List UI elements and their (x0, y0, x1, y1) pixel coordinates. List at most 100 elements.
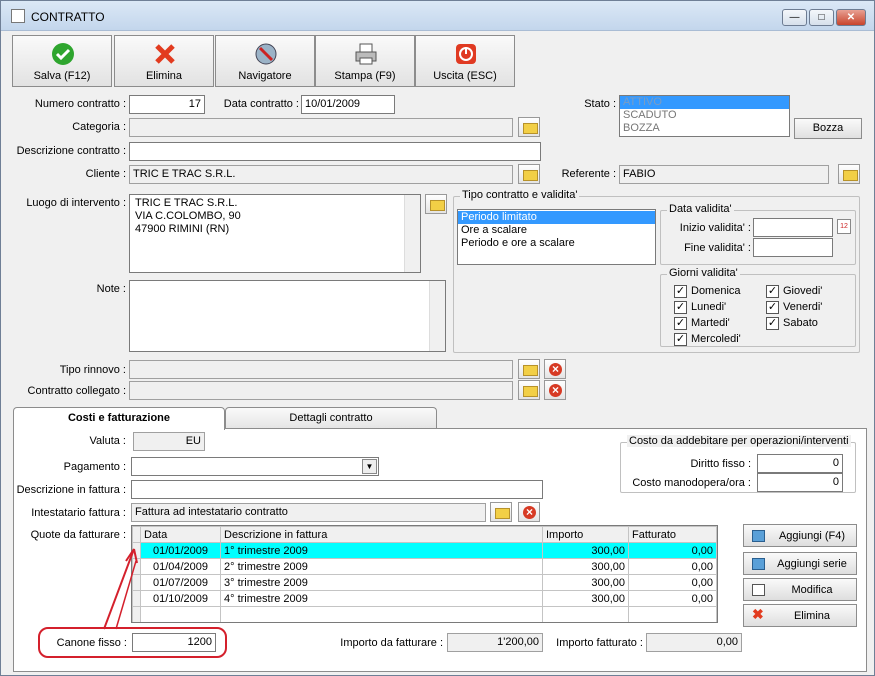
print-button[interactable]: Stampa (F9) (315, 35, 415, 87)
importo-da-fatturare-field: 1'200,00 (447, 633, 543, 652)
calendar-icon[interactable]: 12 (837, 219, 851, 234)
table-cell[interactable]: 0,00 (628, 574, 717, 591)
note-textarea[interactable] (129, 280, 446, 352)
quote-table[interactable]: Data Descrizione in fattura Importo Fatt… (131, 525, 718, 623)
tipo-rinnovo-field[interactable] (129, 360, 513, 379)
tab-dettagli-contratto[interactable]: Dettagli contratto (225, 407, 437, 429)
exit-button[interactable]: Uscita (ESC) (415, 35, 515, 87)
domenica-checkbox[interactable]: ✓ (674, 285, 687, 298)
aggiungi-label: Aggiungi (F4) (778, 530, 846, 542)
data-contratto-field[interactable]: 10/01/2009 (301, 95, 395, 114)
mercoledi-label: Mercoledi' (691, 333, 741, 345)
luogo-textarea[interactable]: TRIC E TRAC S.R.L. VIA C.COLOMBO, 90 479… (129, 194, 421, 273)
mercoledi-checkbox[interactable]: ✓ (674, 333, 687, 346)
table-cell[interactable]: 1° trimestre 2009 (220, 542, 543, 559)
table-row[interactable]: 01/01/2009 1° trimestre 2009 300,00 0,00 (132, 542, 717, 559)
clear-icon[interactable] (518, 502, 540, 522)
edit-icon (752, 584, 765, 596)
manodopera-label: Costo manodopera/ora : (632, 477, 751, 489)
pagamento-select[interactable]: ▼ (131, 457, 379, 476)
venerdi-checkbox[interactable]: ✓ (766, 301, 779, 314)
valuta-field[interactable]: EU (133, 432, 205, 451)
diritto-fisso-field[interactable]: 0 (757, 454, 843, 473)
folder-icon[interactable] (838, 164, 860, 184)
table-cell[interactable]: 300,00 (542, 590, 629, 607)
minimize-button[interactable]: — (782, 9, 807, 26)
cliente-field[interactable]: TRIC E TRAC S.R.L. (129, 165, 513, 184)
scrollbar[interactable] (429, 281, 445, 351)
folder-icon[interactable] (518, 380, 540, 400)
descrizione-fattura-field[interactable] (131, 480, 543, 499)
aggiungi-serie-button[interactable]: Aggiungi serie (743, 552, 857, 575)
annotation-highlight (38, 627, 227, 658)
clear-icon[interactable] (544, 380, 566, 400)
scrollbar[interactable] (404, 195, 420, 272)
inizio-label: Inizio validita' : (679, 222, 751, 234)
giovedi-checkbox[interactable]: ✓ (766, 285, 779, 298)
intestatario-field[interactable]: Fattura ad intestatario contratto (131, 503, 486, 522)
stato-option[interactable]: SCADUTO (620, 109, 789, 122)
sabato-checkbox[interactable]: ✓ (766, 317, 779, 330)
tipo-contratto-title: Tipo contratto e validita' (460, 189, 580, 201)
column-header-fatturato[interactable]: Fatturato (628, 526, 717, 543)
numero-contratto-field[interactable]: 17 (129, 95, 205, 114)
luogo-line: VIA C.COLOMBO, 90 (135, 210, 241, 222)
checkmark-icon (52, 43, 74, 65)
folder-icon[interactable] (518, 117, 540, 137)
folder-icon[interactable] (518, 164, 540, 184)
close-button[interactable]: ✕ (836, 9, 866, 26)
fine-validita-field[interactable] (753, 238, 833, 257)
giorni-title: Giorni validita' (667, 267, 740, 279)
elimina-button[interactable]: ✖ Elimina (743, 604, 857, 627)
stato-option[interactable]: BOZZA (620, 122, 789, 135)
save-button[interactable]: Salva (F12) (12, 35, 112, 87)
stato-option[interactable]: ATTIVO (620, 96, 789, 109)
table-cell[interactable]: 4° trimestre 2009 (220, 590, 543, 607)
power-icon (456, 44, 476, 64)
referente-field[interactable]: FABIO (619, 165, 829, 184)
martedi-checkbox[interactable]: ✓ (674, 317, 687, 330)
tab-costi-fatturazione[interactable]: Costi e fatturazione (13, 407, 225, 430)
lunedi-checkbox[interactable]: ✓ (674, 301, 687, 314)
sabato-label: Sabato (783, 317, 818, 329)
manodopera-field[interactable]: 0 (757, 473, 843, 492)
column-header-descrizione[interactable]: Descrizione in fattura (220, 526, 543, 543)
folder-icon[interactable] (518, 359, 540, 379)
modifica-button[interactable]: Modifica (743, 578, 857, 601)
tipo-option[interactable]: Periodo e ore a scalare (458, 237, 655, 250)
table-cell[interactable]: 300,00 (542, 558, 629, 575)
contratto-collegato-field[interactable] (129, 381, 513, 400)
delete-button[interactable]: Elimina (114, 35, 214, 87)
maximize-button[interactable]: □ (809, 9, 834, 26)
descrizione-contratto-field[interactable] (129, 142, 541, 161)
table-cell[interactable]: 0,00 (628, 590, 717, 607)
table-cell[interactable]: 300,00 (542, 542, 629, 559)
navigator-button[interactable]: Navigatore (215, 35, 315, 87)
domenica-label: Domenica (691, 285, 741, 297)
aggiungi-button[interactable]: Aggiungi (F4) (743, 524, 857, 547)
add-icon (752, 530, 765, 542)
table-cell[interactable]: 0,00 (628, 558, 717, 575)
folder-icon[interactable] (490, 502, 512, 522)
chevron-down-icon[interactable]: ▼ (362, 459, 377, 474)
inizio-validita-field[interactable] (753, 218, 833, 237)
column-header-importo[interactable]: Importo (542, 526, 629, 543)
pagamento-label: Pagamento : (63, 461, 126, 473)
table-cell[interactable]: 2° trimestre 2009 (220, 558, 543, 575)
tipo-contratto-list[interactable]: Periodo limitato Ore a scalare Periodo e… (457, 209, 656, 265)
tipo-option[interactable]: Ore a scalare (458, 224, 655, 237)
tipo-option[interactable]: Periodo limitato (458, 211, 655, 224)
stato-listbox[interactable]: ATTIVO SCADUTO BOZZA (619, 95, 790, 137)
diritto-label: Diritto fisso : (690, 458, 751, 470)
table-cell[interactable]: 3° trimestre 2009 (220, 574, 543, 591)
categoria-field[interactable] (129, 118, 513, 137)
data-contratto-label: Data contratto : (223, 98, 299, 110)
table-cell[interactable]: 0,00 (628, 542, 717, 559)
table-cell[interactable]: 300,00 (542, 574, 629, 591)
table-row[interactable]: 01/07/2009 3° trimestre 2009 300,00 0,00 (132, 574, 717, 591)
bozza-button[interactable]: Bozza (794, 118, 862, 139)
table-row[interactable]: 01/04/2009 2° trimestre 2009 300,00 0,00 (132, 558, 717, 575)
folder-icon[interactable] (425, 194, 447, 214)
clear-icon[interactable] (544, 359, 566, 379)
table-row[interactable]: 01/10/2009 4° trimestre 2009 300,00 0,00 (132, 590, 717, 607)
